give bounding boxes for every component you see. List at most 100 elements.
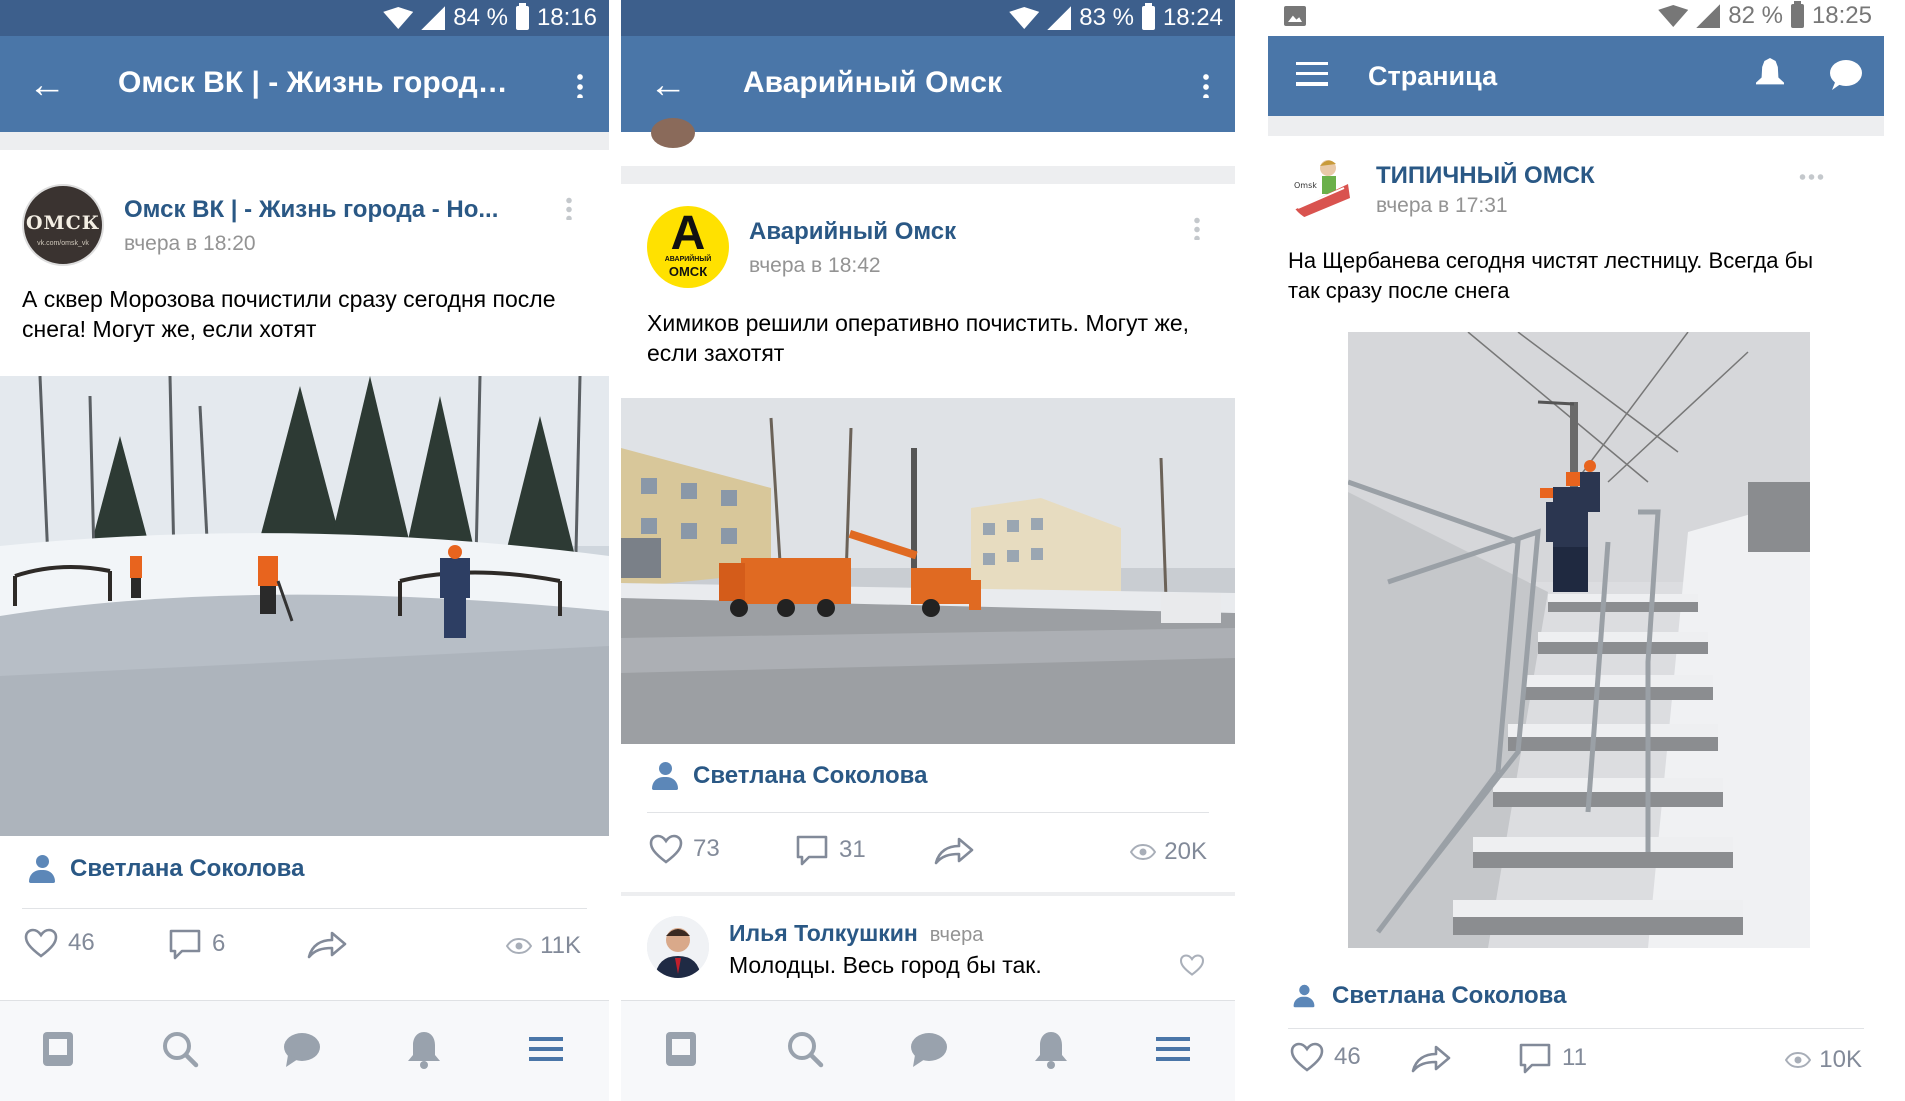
comment-button[interactable]: 6 bbox=[168, 928, 225, 960]
avatar-logo-subtext: vk.com/omsk_vk bbox=[37, 240, 89, 247]
avatar-logo-subtext: АВАРИЙНЫЙ bbox=[664, 256, 712, 263]
like-button[interactable]: 46 bbox=[1290, 1042, 1361, 1072]
comment-button[interactable]: 11 bbox=[1518, 1042, 1587, 1074]
menu-icon[interactable] bbox=[526, 1029, 566, 1069]
views-count: 10K bbox=[1819, 1046, 1862, 1073]
signal-icon bbox=[1696, 4, 1721, 28]
views-counter: 10K bbox=[1785, 1046, 1862, 1074]
post-card: A АВАРИЙНЫЙ ОМСК Аварийный Омск вчера в … bbox=[621, 184, 1235, 892]
notifications-icon[interactable] bbox=[404, 1029, 444, 1069]
messages-icon[interactable] bbox=[282, 1029, 322, 1069]
post-source-author[interactable]: Светлана Соколова bbox=[1290, 982, 1566, 1010]
svg-text:Omsk: Omsk bbox=[1294, 181, 1317, 190]
clock: 18:24 bbox=[1162, 4, 1223, 31]
comment-icon bbox=[795, 834, 829, 866]
previous-avatar bbox=[651, 118, 695, 148]
avatar-logo-letter: A bbox=[670, 207, 706, 260]
clock: 18:16 bbox=[536, 4, 597, 31]
wifi-icon bbox=[1009, 7, 1040, 29]
post-text: На Щербанева сегодня чистят лестницу. Вс… bbox=[1288, 248, 1814, 303]
source-author-name[interactable]: Светлана Соколова bbox=[693, 762, 927, 790]
gallery-notification-icon bbox=[1284, 6, 1306, 26]
share-icon bbox=[306, 930, 348, 960]
comment-icon bbox=[1518, 1042, 1552, 1074]
like-button[interactable]: 46 bbox=[24, 928, 95, 958]
commenter-avatar[interactable] bbox=[647, 916, 709, 978]
search-icon[interactable] bbox=[160, 1029, 200, 1069]
person-icon bbox=[1293, 984, 1315, 1008]
page-title: Аварийный Омск bbox=[743, 66, 1002, 99]
post-more-icon[interactable] bbox=[1798, 174, 1824, 180]
post-author-name[interactable]: Аварийный Омск bbox=[749, 218, 1149, 246]
more-options-icon[interactable] bbox=[1203, 72, 1209, 98]
comment-icon bbox=[168, 928, 202, 960]
group-avatar[interactable]: ОМСК vk.com/omsk_vk bbox=[22, 184, 104, 266]
post-text: А сквер Морозова почистили сразу сегодня… bbox=[22, 286, 556, 342]
bell-icon[interactable] bbox=[1756, 58, 1784, 85]
news-icon[interactable] bbox=[38, 1029, 78, 1069]
post-photo[interactable] bbox=[1348, 332, 1810, 948]
comment-like-heart-icon[interactable] bbox=[1179, 954, 1205, 981]
person-icon bbox=[28, 855, 56, 883]
post-time: вчера в 18:20 bbox=[124, 232, 256, 255]
chat-bubble-icon[interactable] bbox=[1830, 60, 1862, 86]
previous-post-fragment bbox=[621, 118, 1235, 166]
post-card: Omsk ТИПИЧНЫЙ ОМСК вчера в 17:31 На Щерб… bbox=[1268, 136, 1884, 1101]
source-author-name[interactable]: Светлана Соколова bbox=[1332, 982, 1566, 1010]
more-options-icon[interactable] bbox=[577, 72, 583, 98]
group-avatar[interactable]: Omsk bbox=[1288, 154, 1356, 222]
post-source-author[interactable]: Светлана Соколова bbox=[28, 855, 304, 883]
messages-icon[interactable] bbox=[909, 1029, 949, 1069]
comment-button[interactable]: 31 bbox=[795, 834, 866, 866]
bottom-navigation bbox=[0, 1000, 609, 1101]
share-button[interactable] bbox=[306, 930, 348, 960]
post-photo[interactable] bbox=[621, 398, 1235, 744]
screen-avariyny-omsk: 83 % 18:24 ← Аварийный Омск A АВАРИЙНЫЙ … bbox=[621, 0, 1235, 1101]
share-button[interactable] bbox=[933, 836, 975, 866]
back-arrow-icon[interactable]: ← bbox=[649, 66, 687, 104]
share-icon bbox=[1410, 1044, 1452, 1074]
like-count: 46 bbox=[68, 929, 95, 956]
hamburger-menu-icon[interactable] bbox=[1296, 62, 1328, 86]
views-count: 11K bbox=[540, 932, 581, 959]
status-bar: 83 % 18:24 bbox=[621, 0, 1235, 36]
status-bar: 84 % 18:16 bbox=[0, 0, 609, 36]
post-author-name[interactable]: ТИПИЧНЫЙ ОМСК bbox=[1376, 162, 1776, 190]
like-button[interactable]: 73 bbox=[649, 834, 720, 864]
post-source-author[interactable]: Светлана Соколова bbox=[651, 762, 927, 790]
post-more-icon[interactable] bbox=[566, 196, 572, 220]
comment-count: 11 bbox=[1562, 1044, 1587, 1071]
search-icon[interactable] bbox=[785, 1029, 825, 1069]
post-photo[interactable] bbox=[0, 376, 609, 836]
back-arrow-icon[interactable]: ← bbox=[28, 66, 66, 104]
wifi-icon bbox=[1658, 5, 1689, 27]
app-bar: ← Омск ВК | - Жизнь города -... bbox=[0, 36, 609, 132]
like-count: 46 bbox=[1334, 1043, 1361, 1070]
post-time: вчера в 17:31 bbox=[1376, 194, 1508, 217]
post-author-name[interactable]: Омск ВК | - Жизнь города - Но... bbox=[124, 196, 514, 224]
menu-icon[interactable] bbox=[1153, 1029, 1193, 1069]
views-count: 20K bbox=[1164, 838, 1207, 865]
group-avatar[interactable]: A АВАРИЙНЫЙ ОМСК bbox=[647, 206, 729, 288]
battery-icon bbox=[515, 3, 529, 30]
commenter-name[interactable]: Илья Толкушкин bbox=[729, 920, 918, 947]
battery-percent: 83 % bbox=[1079, 4, 1134, 31]
signal-icon bbox=[1047, 6, 1072, 30]
comment-header: Илья Толкушкин вчера bbox=[729, 920, 983, 947]
bottom-navigation bbox=[621, 1000, 1235, 1101]
share-button[interactable] bbox=[1410, 1044, 1452, 1074]
page-title: Страница bbox=[1368, 61, 1498, 91]
comment-text: Молодцы. Весь город бы так. bbox=[729, 952, 1042, 978]
source-author-name[interactable]: Светлана Соколова bbox=[70, 855, 304, 883]
post-more-icon[interactable] bbox=[1194, 216, 1200, 240]
heart-icon bbox=[1290, 1042, 1324, 1072]
screen-tipichny-omsk: 82 % 18:25 Страница Omsk ТИПИЧНЫЙ ОМСК в… bbox=[1268, 0, 1884, 1101]
like-count: 73 bbox=[693, 835, 720, 862]
news-icon[interactable] bbox=[661, 1029, 701, 1069]
battery-percent: 82 % bbox=[1728, 2, 1783, 29]
clock: 18:25 bbox=[1811, 2, 1872, 29]
post-card: ОМСК vk.com/omsk_vk Омск ВК | - Жизнь го… bbox=[0, 150, 609, 1000]
heart-icon bbox=[649, 834, 683, 864]
notifications-icon[interactable] bbox=[1031, 1029, 1071, 1069]
divider bbox=[647, 812, 1209, 813]
